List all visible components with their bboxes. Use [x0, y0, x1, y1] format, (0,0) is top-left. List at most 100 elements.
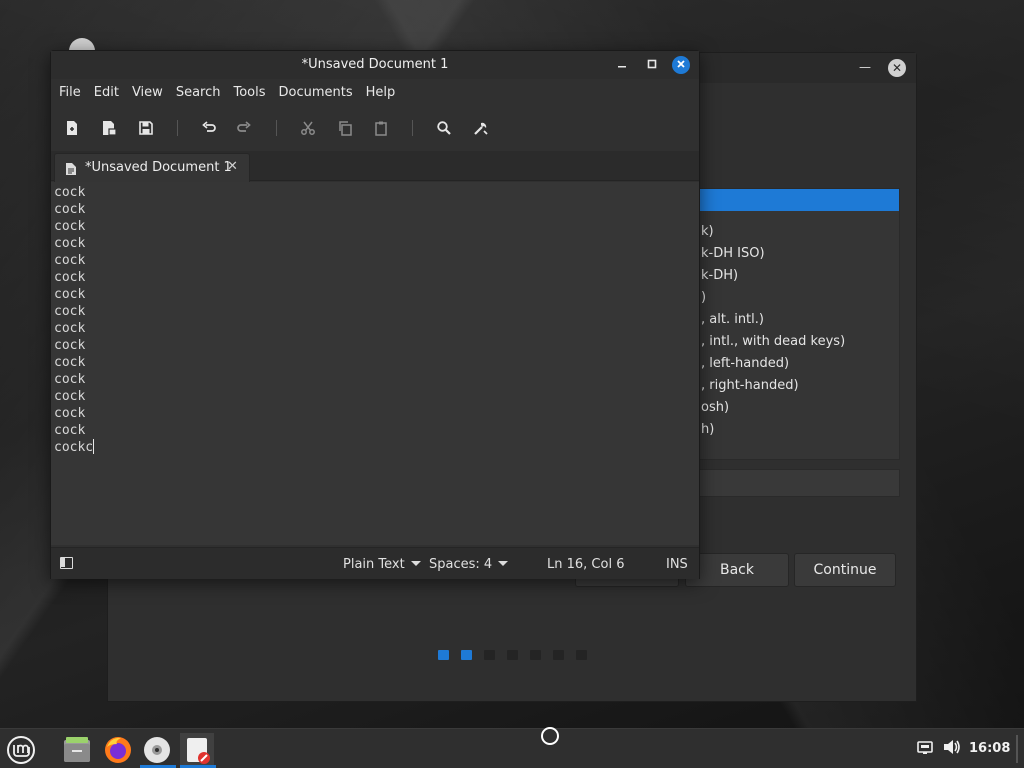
- show-desktop-button[interactable]: [1016, 735, 1018, 763]
- cursor-position: Ln 16, Col 6: [547, 557, 625, 572]
- text-line: cock: [54, 236, 86, 251]
- network-icon: [917, 741, 933, 754]
- text-line-content: cockc: [54, 440, 94, 455]
- open-document-icon: [103, 121, 117, 136]
- menu-search[interactable]: Search: [176, 79, 230, 107]
- text-line: cock: [54, 321, 86, 336]
- step-dot: [507, 650, 518, 660]
- text-line: cock: [54, 372, 86, 387]
- firefox-button[interactable]: [101, 733, 135, 767]
- text-line: cock: [54, 338, 86, 353]
- list-item[interactable]: , alt. intl.): [699, 309, 899, 331]
- find-button[interactable]: [433, 117, 455, 139]
- file-manager-button[interactable]: [60, 733, 94, 767]
- volume-icon: [944, 740, 960, 754]
- text-editing-area[interactable]: cock cock cock cock cock cock cock cock …: [51, 182, 699, 545]
- disc-installer-icon: [144, 737, 170, 763]
- current-text-line: cockc: [54, 439, 699, 456]
- keyboard-test-input[interactable]: [698, 469, 900, 497]
- back-button[interactable]: Back: [685, 553, 789, 587]
- text-editor-window: *Unsaved Document 1 File Edit View Searc…: [50, 50, 700, 579]
- undo-button[interactable]: [198, 117, 220, 139]
- step-dot: [576, 650, 587, 660]
- volume-tray-button[interactable]: [943, 739, 961, 759]
- redo-icon: [237, 121, 251, 132]
- list-item[interactable]: osh): [699, 397, 899, 419]
- text-line: cock: [54, 219, 86, 234]
- network-tray-button[interactable]: [917, 739, 933, 759]
- text-line: cock: [54, 406, 86, 421]
- keyboard-layout-list[interactable]: k) k-DH ISO) k-DH) ) , alt. intl.) , int…: [698, 188, 900, 460]
- step-dot: [484, 650, 495, 660]
- text-line: cock: [54, 304, 86, 319]
- menu-documents[interactable]: Documents: [279, 79, 362, 107]
- tab-unsaved-document-1[interactable]: *Unsaved Document 1 ✕: [54, 153, 250, 182]
- mint-menu-icon: [7, 736, 35, 764]
- toolbar-separator: [177, 120, 178, 136]
- taskbar: 16:08: [0, 728, 1024, 768]
- menu-edit[interactable]: Edit: [94, 79, 128, 107]
- status-bar: Plain Text Spaces: 4 Ln 16, Col 6 INS: [51, 547, 699, 579]
- menu-tools[interactable]: Tools: [233, 79, 274, 107]
- close-button[interactable]: [672, 56, 690, 74]
- menu-view[interactable]: View: [132, 79, 172, 107]
- list-item[interactable]: , right-handed): [699, 375, 899, 397]
- editor-titlebar[interactable]: *Unsaved Document 1: [51, 51, 699, 79]
- save-icon: [139, 121, 153, 135]
- indent-selector[interactable]: Spaces: 4: [429, 557, 509, 572]
- list-item[interactable]: k): [699, 221, 899, 243]
- chevron-down-icon: [498, 561, 509, 566]
- text-editor-taskbar-button[interactable]: [180, 733, 214, 767]
- minimize-button[interactable]: [613, 56, 631, 74]
- step-dot: [553, 650, 564, 660]
- step-dot: [438, 650, 449, 660]
- paste-button[interactable]: [370, 117, 392, 139]
- tools-icon: [474, 122, 488, 135]
- cut-icon: [301, 121, 315, 135]
- layout-list-spacer: [699, 211, 899, 221]
- open-document-button[interactable]: [98, 117, 120, 139]
- language-selector[interactable]: Plain Text: [343, 557, 421, 572]
- step-dot: [530, 650, 541, 660]
- search-icon: [437, 121, 451, 135]
- clock[interactable]: 16:08: [969, 741, 1010, 756]
- menu-file[interactable]: File: [59, 79, 90, 107]
- continue-button[interactable]: Continue: [794, 553, 896, 587]
- menu-bar: File Edit View Search Tools Documents He…: [51, 79, 699, 107]
- toolbar-separator: [412, 120, 413, 136]
- undo-icon: [202, 121, 216, 132]
- text-line: cock: [54, 389, 86, 404]
- new-document-button[interactable]: [61, 117, 83, 139]
- mint-menu-button[interactable]: [4, 733, 38, 767]
- save-button[interactable]: [135, 117, 157, 139]
- text-line: cock: [54, 270, 86, 285]
- side-panel-toggle-icon[interactable]: [60, 557, 73, 569]
- chevron-down-icon: [410, 561, 421, 566]
- document-tab-strip: *Unsaved Document 1 ✕: [51, 151, 699, 182]
- list-item[interactable]: , intl., with dead keys): [699, 331, 899, 353]
- maximize-button[interactable]: [643, 56, 661, 74]
- redo-button[interactable]: [233, 117, 255, 139]
- installer-taskbar-button[interactable]: [140, 733, 174, 767]
- minimize-icon: [618, 66, 626, 68]
- document-icon: [66, 163, 76, 175]
- mouse-cursor: [541, 727, 559, 745]
- close-icon: [677, 60, 685, 68]
- tab-label: *Unsaved Document 1: [85, 160, 232, 175]
- list-item[interactable]: k-DH ISO): [699, 243, 899, 265]
- menu-help[interactable]: Help: [366, 79, 405, 107]
- list-item[interactable]: ): [699, 287, 899, 309]
- list-item[interactable]: k-DH): [699, 265, 899, 287]
- tab-close-icon[interactable]: ✕: [227, 159, 238, 174]
- firefox-icon: [105, 737, 131, 763]
- text-line: cock: [54, 287, 86, 302]
- installer-minimize-button[interactable]: —: [858, 60, 872, 74]
- tools-button[interactable]: [470, 117, 492, 139]
- text-line: cock: [54, 185, 86, 200]
- cut-button[interactable]: [297, 117, 319, 139]
- copy-button[interactable]: [334, 117, 356, 139]
- list-item[interactable]: h): [699, 419, 899, 441]
- layout-list-selected-row[interactable]: [699, 189, 899, 211]
- installer-close-button[interactable]: ✕: [888, 59, 906, 77]
- list-item[interactable]: , left-handed): [699, 353, 899, 375]
